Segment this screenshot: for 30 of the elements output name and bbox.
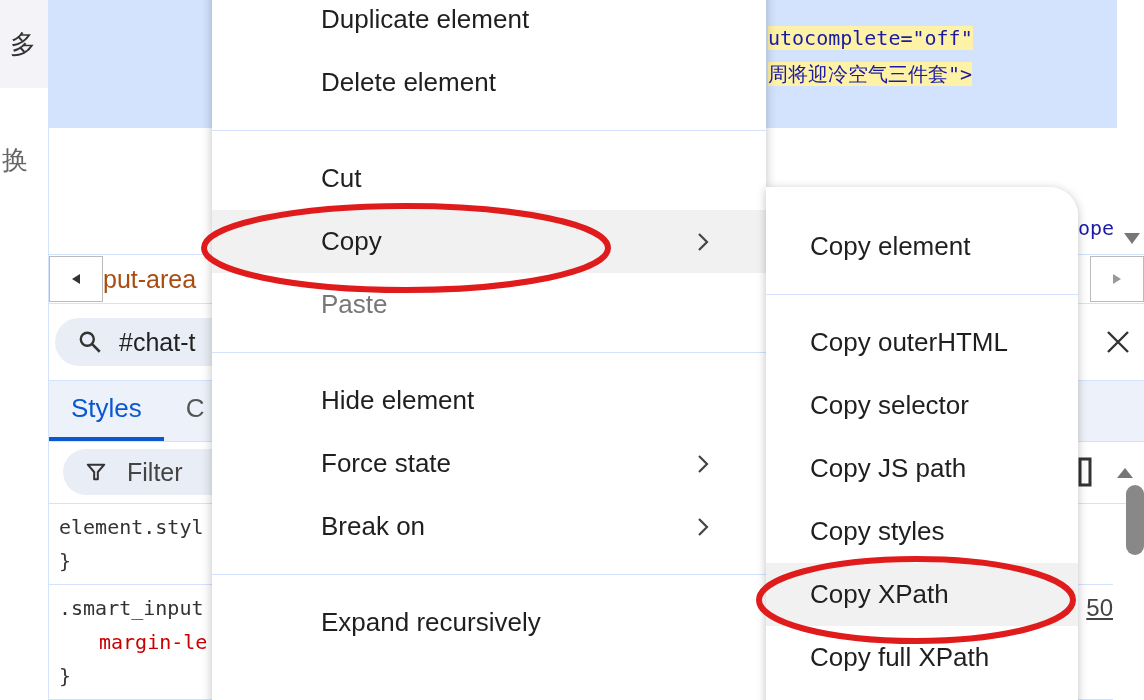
dropdown-triangle-icon [1122, 232, 1142, 246]
menu-item[interactable]: Duplicate element [212, 0, 766, 51]
close-icon[interactable] [1106, 330, 1130, 355]
menu-item[interactable]: Copy element [766, 215, 1078, 278]
menu-item[interactable]: Copy JS path [766, 437, 1078, 500]
css-selector: element.styl [59, 514, 204, 541]
css-brace: } [59, 548, 72, 575]
menu-item[interactable]: Cut [212, 147, 766, 210]
menu-item[interactable]: Copy selector [766, 374, 1078, 437]
menu-item[interactable]: Copy XPath [766, 563, 1078, 626]
left-triangle-icon [71, 273, 81, 286]
menu-item[interactable]: Copy full XPath [766, 626, 1078, 689]
scrollbar-thumb[interactable] [1126, 485, 1144, 555]
breadcrumb-item[interactable]: put-area [103, 264, 197, 294]
css-selector: .smart_input [59, 595, 204, 622]
menu-item[interactable]: Copy styles [766, 500, 1078, 563]
page-text: 多 [10, 27, 37, 61]
menu-item[interactable]: Break on [212, 495, 766, 558]
menu-item[interactable]: Expand recursively [212, 591, 766, 654]
page-text: 换 [2, 144, 29, 177]
menu-item[interactable]: Copy outerHTML [766, 311, 1078, 374]
panel-tab[interactable]: Styles [49, 381, 164, 441]
menu-item[interactable]: Delete element [212, 51, 766, 114]
menu-item[interactable]: Copy [212, 210, 766, 273]
css-brace: } [59, 663, 72, 690]
css-property: margin-le [99, 629, 208, 656]
source-link[interactable]: 50 [1086, 591, 1113, 625]
right-triangle-icon [1112, 273, 1122, 286]
sidebar-toggle-icon[interactable] [1078, 457, 1092, 488]
code-text: ope [1077, 216, 1114, 241]
